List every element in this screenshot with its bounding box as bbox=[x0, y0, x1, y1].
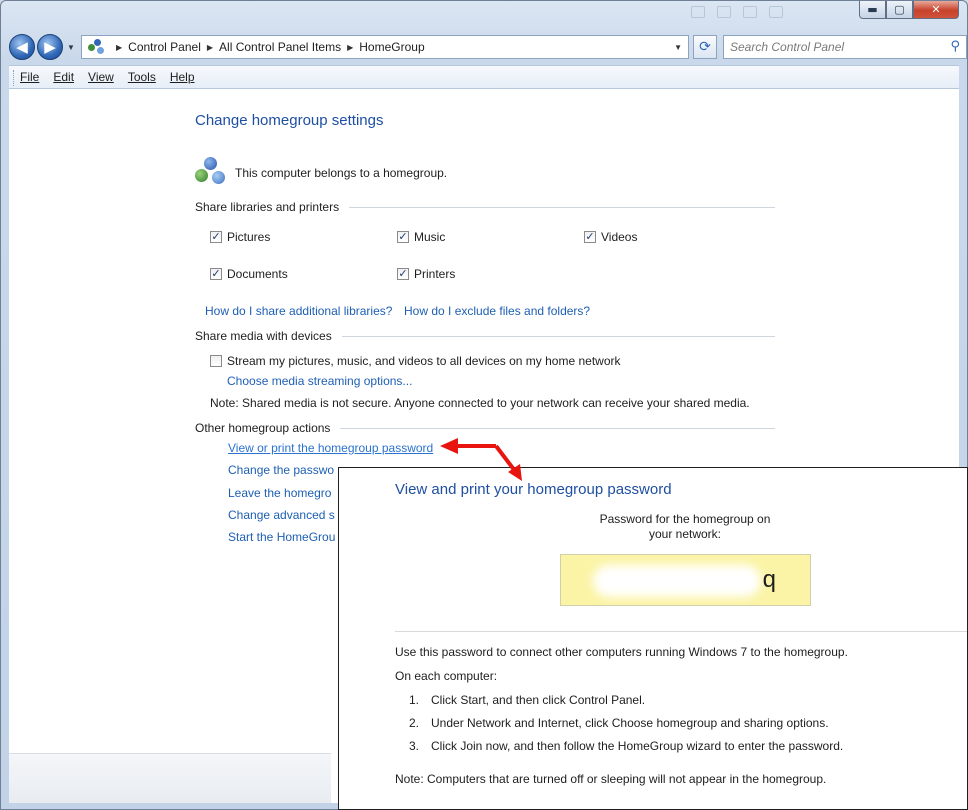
menu-help[interactable]: Help bbox=[163, 70, 202, 84]
checkbox-music-label: Music bbox=[414, 230, 446, 244]
menu-bar: File Edit View Tools Help bbox=[9, 65, 959, 89]
dialog-divider bbox=[395, 631, 967, 632]
link-view-print-password[interactable]: View or print the homegroup password bbox=[228, 441, 433, 455]
other-actions-label: Other homegroup actions bbox=[195, 421, 331, 435]
link-leave-homegroup[interactable]: Leave the homegro bbox=[228, 486, 331, 500]
back-button[interactable]: ◀ bbox=[9, 34, 35, 60]
password-label-line1: Password for the homegroup on bbox=[599, 512, 771, 526]
breadcrumb-chevron-icon[interactable]: ▶ bbox=[207, 43, 213, 52]
title-bar-ghost-icons bbox=[691, 6, 783, 18]
breadcrumb-homegroup[interactable]: HomeGroup bbox=[359, 40, 424, 54]
link-exclude-files[interactable]: How do I exclude files and folders? bbox=[404, 304, 590, 318]
checkbox-stream-box[interactable] bbox=[210, 355, 222, 367]
close-button[interactable]: ✕ bbox=[913, 1, 959, 19]
other-actions-header: Other homegroup actions bbox=[195, 421, 775, 435]
step-text: Under Network and Internet, click Choose… bbox=[431, 716, 829, 730]
checkbox-documents-label: Documents bbox=[227, 267, 288, 281]
checkbox-documents-box[interactable]: ✓ bbox=[210, 268, 222, 280]
password-box: q bbox=[560, 554, 811, 606]
control-panel-icon bbox=[88, 39, 106, 55]
checkbox-pictures[interactable]: ✓ Pictures bbox=[210, 230, 270, 244]
forward-button[interactable]: ▶ bbox=[37, 34, 63, 60]
search-box[interactable]: ⚲ bbox=[723, 35, 967, 59]
checkbox-printers[interactable]: ✓ Printers bbox=[397, 267, 455, 281]
password-label: Password for the homegroup on your netwo… bbox=[585, 512, 785, 542]
dialog-step: 3. Click Join now, and then follow the Ho… bbox=[409, 739, 843, 753]
link-media-streaming-options[interactable]: Choose media streaming options... bbox=[227, 374, 412, 388]
menu-tools[interactable]: Tools bbox=[121, 70, 163, 84]
window-controls: ▬ ▢ ✕ bbox=[859, 1, 959, 19]
step-text: Click Start, and then click Control Pane… bbox=[431, 693, 646, 707]
checkbox-videos-label: Videos bbox=[601, 230, 638, 244]
footer-strip bbox=[9, 753, 331, 803]
checkbox-pictures-box[interactable]: ✓ bbox=[210, 231, 222, 243]
link-start-troubleshooter[interactable]: Start the HomeGrou bbox=[228, 530, 335, 544]
dialog-step: 2. Under Network and Internet, click Choo… bbox=[409, 716, 829, 730]
homegroup-status: This computer belongs to a homegroup. bbox=[195, 157, 447, 189]
step-number: 1. bbox=[409, 693, 420, 707]
menu-file[interactable]: File bbox=[13, 70, 46, 84]
search-input[interactable] bbox=[724, 36, 934, 58]
checkbox-documents[interactable]: ✓ Documents bbox=[210, 267, 288, 281]
dialog-note: Note: Computers that are turned off or s… bbox=[395, 772, 827, 786]
maximize-button[interactable]: ▢ bbox=[886, 1, 913, 19]
checkbox-pictures-label: Pictures bbox=[227, 230, 271, 244]
page-title: Change homegroup settings bbox=[195, 112, 384, 129]
dialog-step: 1. Click Start, and then click Control Pa… bbox=[409, 693, 645, 707]
link-share-additional-libraries[interactable]: How do I share additional libraries? bbox=[205, 304, 392, 318]
password-dialog: View and print your homegroup password P… bbox=[338, 467, 968, 810]
refresh-button[interactable]: ⟳ bbox=[693, 35, 717, 59]
checkbox-stream-media[interactable]: Stream my pictures, music, and videos to… bbox=[210, 354, 621, 368]
checkbox-music-box[interactable]: ✓ bbox=[397, 231, 409, 243]
media-section-header: Share media with devices bbox=[195, 329, 775, 343]
media-section-label: Share media with devices bbox=[195, 329, 332, 343]
link-change-advanced-sharing[interactable]: Change advanced s bbox=[228, 508, 335, 522]
search-icon[interactable]: ⚲ bbox=[950, 39, 960, 54]
step-number: 2. bbox=[409, 716, 420, 730]
menu-edit[interactable]: Edit bbox=[46, 70, 81, 84]
password-redaction bbox=[597, 569, 757, 593]
checkbox-printers-box[interactable]: ✓ bbox=[397, 268, 409, 280]
breadcrumb-all-items[interactable]: All Control Panel Items bbox=[219, 40, 341, 54]
share-section-header: Share libraries and printers bbox=[195, 200, 775, 214]
checkbox-videos[interactable]: ✓ Videos bbox=[584, 230, 637, 244]
password-text: q bbox=[762, 566, 776, 593]
homegroup-icon bbox=[195, 157, 227, 189]
breadcrumb-chevron-icon[interactable]: ▶ bbox=[347, 43, 353, 52]
breadcrumb-control-panel[interactable]: Control Panel bbox=[128, 40, 201, 54]
minimize-button[interactable]: ▬ bbox=[859, 1, 886, 19]
link-change-password[interactable]: Change the passwo bbox=[228, 463, 334, 477]
recent-pages-dropdown-icon[interactable]: ▼ bbox=[67, 43, 77, 52]
navigation-bar: ◀ ▶ ▼ ▶ Control Panel ▶ All Control Pane… bbox=[9, 33, 967, 61]
step-number: 3. bbox=[409, 739, 420, 753]
step-text: Click Join now, and then follow the Home… bbox=[431, 739, 844, 753]
checkbox-printers-label: Printers bbox=[414, 267, 456, 281]
media-security-note: Note: Shared media is not secure. Anyone… bbox=[210, 396, 750, 410]
menu-view[interactable]: View bbox=[81, 70, 121, 84]
share-section-label: Share libraries and printers bbox=[195, 200, 340, 214]
breadcrumb-chevron-icon[interactable]: ▶ bbox=[116, 43, 122, 52]
menu-grip bbox=[13, 70, 16, 86]
homegroup-status-text: This computer belongs to a homegroup. bbox=[235, 166, 448, 180]
dialog-on-each: On each computer: bbox=[395, 669, 498, 683]
checkbox-music[interactable]: ✓ Music bbox=[397, 230, 445, 244]
password-label-line2: your network: bbox=[648, 527, 722, 541]
address-dropdown-icon[interactable]: ▼ bbox=[674, 43, 682, 52]
dialog-title: View and print your homegroup password bbox=[395, 481, 672, 498]
dialog-intro: Use this password to connect other compu… bbox=[395, 645, 848, 659]
address-bar[interactable]: ▶ Control Panel ▶ All Control Panel Item… bbox=[81, 35, 689, 59]
checkbox-stream-label: Stream my pictures, music, and videos to… bbox=[227, 354, 621, 368]
checkbox-videos-box[interactable]: ✓ bbox=[584, 231, 596, 243]
